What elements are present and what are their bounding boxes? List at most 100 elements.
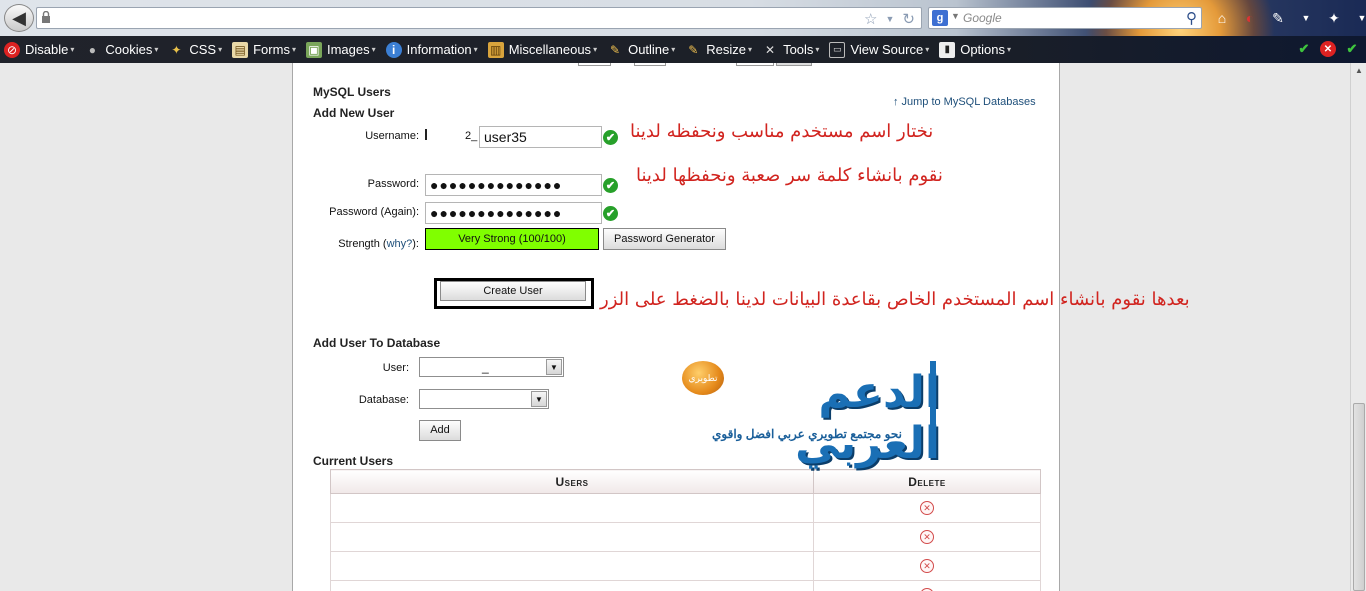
toolbar-cookies[interactable]: ● Cookies ▾ [80, 42, 164, 58]
table-row: ✕ [330, 580, 1041, 591]
search-magnifier-icon[interactable]: ⚲ [1186, 9, 1197, 27]
chevron-down-icon[interactable]: ▼ [531, 391, 547, 407]
web-developer-toolbar: ⊘ Disable ▾ ● Cookies ▾ ✦ CSS ▾ ▤ Forms ▾ ▣ Image… [0, 36, 1366, 63]
wrench-icon[interactable]: ✎ [1268, 8, 1288, 28]
create-user-button[interactable]: Create User [440, 281, 586, 301]
toolbar-images[interactable]: ▣ Images ▾ [302, 41, 382, 58]
browser-nav-bar: ◀ ☆ ▼ ↻ g ▼ Google ⚲ ⌂ ◐ ✎ ▼ ✦ ▼ [0, 0, 1366, 90]
information-icon: i [385, 41, 402, 58]
delete-x-icon[interactable]: ✕ [920, 501, 934, 515]
toolbar-label: Information [406, 42, 472, 57]
home-icon[interactable]: ⌂ [1212, 8, 1232, 28]
create-user-highlight: Create User [434, 278, 594, 309]
user-select-value: _ [482, 360, 489, 374]
password-again-label: Password (Again): [329, 206, 419, 218]
logo-tagline: نحو مجتمع تطويري عربي افضل واقوي [712, 427, 902, 441]
address-bar[interactable]: ☆ ▼ ↻ [36, 7, 922, 29]
strength-why-link[interactable]: why? [387, 238, 413, 250]
section-title-add-new-user: Add New User [313, 106, 395, 120]
chevron-down-icon[interactable]: ▼ [546, 359, 562, 375]
search-box[interactable]: g ▼ Google ⚲ [928, 7, 1202, 29]
css-icon: ✦ [171, 42, 182, 57]
toolbar-label: Outline [628, 42, 670, 57]
reload-icon[interactable]: ↻ [902, 10, 915, 28]
user-cell [330, 522, 814, 552]
page-viewport: MySQL Users Add New User ↑ Jump to MySQL … [0, 63, 1350, 591]
logo-title: الدعم العربي [795, 367, 940, 469]
toolbar-label: CSS [189, 42, 217, 57]
validate-html-check-icon[interactable]: ✔ [1344, 41, 1360, 57]
view-source-icon: ▭ [829, 41, 846, 58]
chevron-down-icon: ▾ [291, 45, 296, 54]
toolbar-disable[interactable]: ⊘ Disable ▾ [0, 41, 80, 58]
jump-to-databases-link[interactable]: ↑ Jump to MySQL Databases [893, 96, 1036, 108]
username-prefix: 2_ [465, 130, 478, 142]
url-text[interactable] [55, 11, 450, 25]
scroll-up-arrow-icon[interactable]: ▲ [1355, 66, 1363, 75]
search-placeholder: Google [963, 11, 1002, 25]
back-button[interactable]: ◀ [4, 4, 34, 32]
password-generator-button[interactable]: Password Generator [603, 228, 726, 250]
google-icon[interactable]: g [932, 10, 948, 26]
tools-dropdown-icon[interactable]: ▼ [1352, 8, 1366, 28]
chevron-down-icon: ▾ [593, 45, 598, 54]
scrollbar-thumb[interactable] [1353, 403, 1365, 591]
validate-css-check-icon[interactable]: ✔ [1296, 41, 1312, 57]
database-select[interactable]: ▼ [419, 389, 549, 409]
toolbar-label: Forms [253, 42, 290, 57]
toolbar-label: Tools [783, 42, 814, 57]
annotation-password: نقوم بانشاء كلمة سر صعبة ونحفظها لدينا [636, 165, 943, 186]
cropped-element [776, 63, 812, 66]
toolbar-label: Images [326, 42, 370, 57]
database-select-label: Database: [358, 394, 409, 406]
chevron-down-icon: ▾ [218, 45, 223, 54]
table-row: ✕ [330, 522, 1041, 552]
miscellaneous-icon: ▥ [487, 41, 504, 58]
toolbar-label: Miscellaneous [508, 42, 592, 57]
check-icon: ✔ [603, 206, 618, 221]
toolbar-resize[interactable]: ✎ Resize ▾ [681, 42, 758, 58]
delete-x-icon[interactable]: ✕ [920, 559, 934, 573]
annotation-create-user: بعدها نقوم بانشاء اسم المستخدم الخاص بقا… [600, 289, 1190, 310]
section-title-add-user-to-db: Add User To Database [313, 336, 441, 350]
delete-cell: ✕ [813, 493, 1041, 523]
password-input[interactable]: ●●●●●●●●●●●●●● [425, 174, 602, 196]
toolbar-miscellaneous[interactable]: ▥ Miscellaneous ▾ [484, 41, 603, 58]
chevron-down-icon: ▾ [70, 45, 75, 54]
check-icon: ✔ [603, 178, 618, 193]
table-row: ✕ [330, 493, 1041, 523]
tools-icon[interactable]: ✦ [1324, 8, 1344, 28]
cropped-element [578, 63, 611, 66]
menu-dropdown-icon[interactable]: ▼ [1296, 8, 1316, 28]
search-engine-dropdown-icon[interactable]: ▼ [951, 11, 960, 21]
toolbar-forms[interactable]: ▤ Forms ▾ [228, 41, 302, 58]
user-select[interactable]: _ ▼ [419, 357, 564, 377]
toolbar-view-source[interactable]: ▭ View Source ▾ [825, 41, 935, 58]
username-prefix-mark [425, 129, 427, 140]
dropdown-arrow-icon[interactable]: ▼ [886, 10, 895, 28]
toolbar-outline[interactable]: ✎ Outline ▾ [603, 42, 681, 58]
section-title-mysql-users: MySQL Users [313, 85, 391, 99]
toolbar-tools[interactable]: ✕ Tools ▾ [758, 42, 825, 58]
error-x-icon[interactable]: ✕ [1320, 41, 1336, 57]
annotation-username: نختار اسم مستخدم مناسب ونحفظه لدينا [630, 121, 934, 142]
username-input[interactable]: user35 [479, 126, 602, 148]
cropped-element [736, 63, 774, 66]
jump-link-text[interactable]: Jump to MySQL Databases [902, 96, 1036, 108]
cookies-icon: ● [88, 42, 96, 57]
addon-icon[interactable]: ◐ [1240, 8, 1260, 28]
chevron-down-icon: ▾ [154, 45, 159, 54]
toolbar-information[interactable]: i Information ▾ [382, 41, 484, 58]
delete-x-icon[interactable]: ✕ [920, 530, 934, 544]
toolbar-css[interactable]: ✦ CSS ▾ [164, 42, 228, 58]
add-button[interactable]: Add [419, 420, 461, 441]
password-again-input[interactable]: ●●●●●●●●●●●●●● [425, 202, 602, 224]
strength-label: Strength (why?): [313, 238, 419, 250]
toolbar-label: Disable [25, 42, 69, 57]
bookmark-star-icon[interactable]: ☆ [864, 10, 877, 28]
toolbar-label: View Source [850, 42, 924, 57]
password-label: Password: [367, 178, 419, 190]
cropped-element [634, 63, 666, 66]
toolbar-options[interactable]: ▮ Options ▾ [935, 41, 1017, 58]
vertical-scrollbar[interactable]: ▲ [1350, 63, 1366, 591]
